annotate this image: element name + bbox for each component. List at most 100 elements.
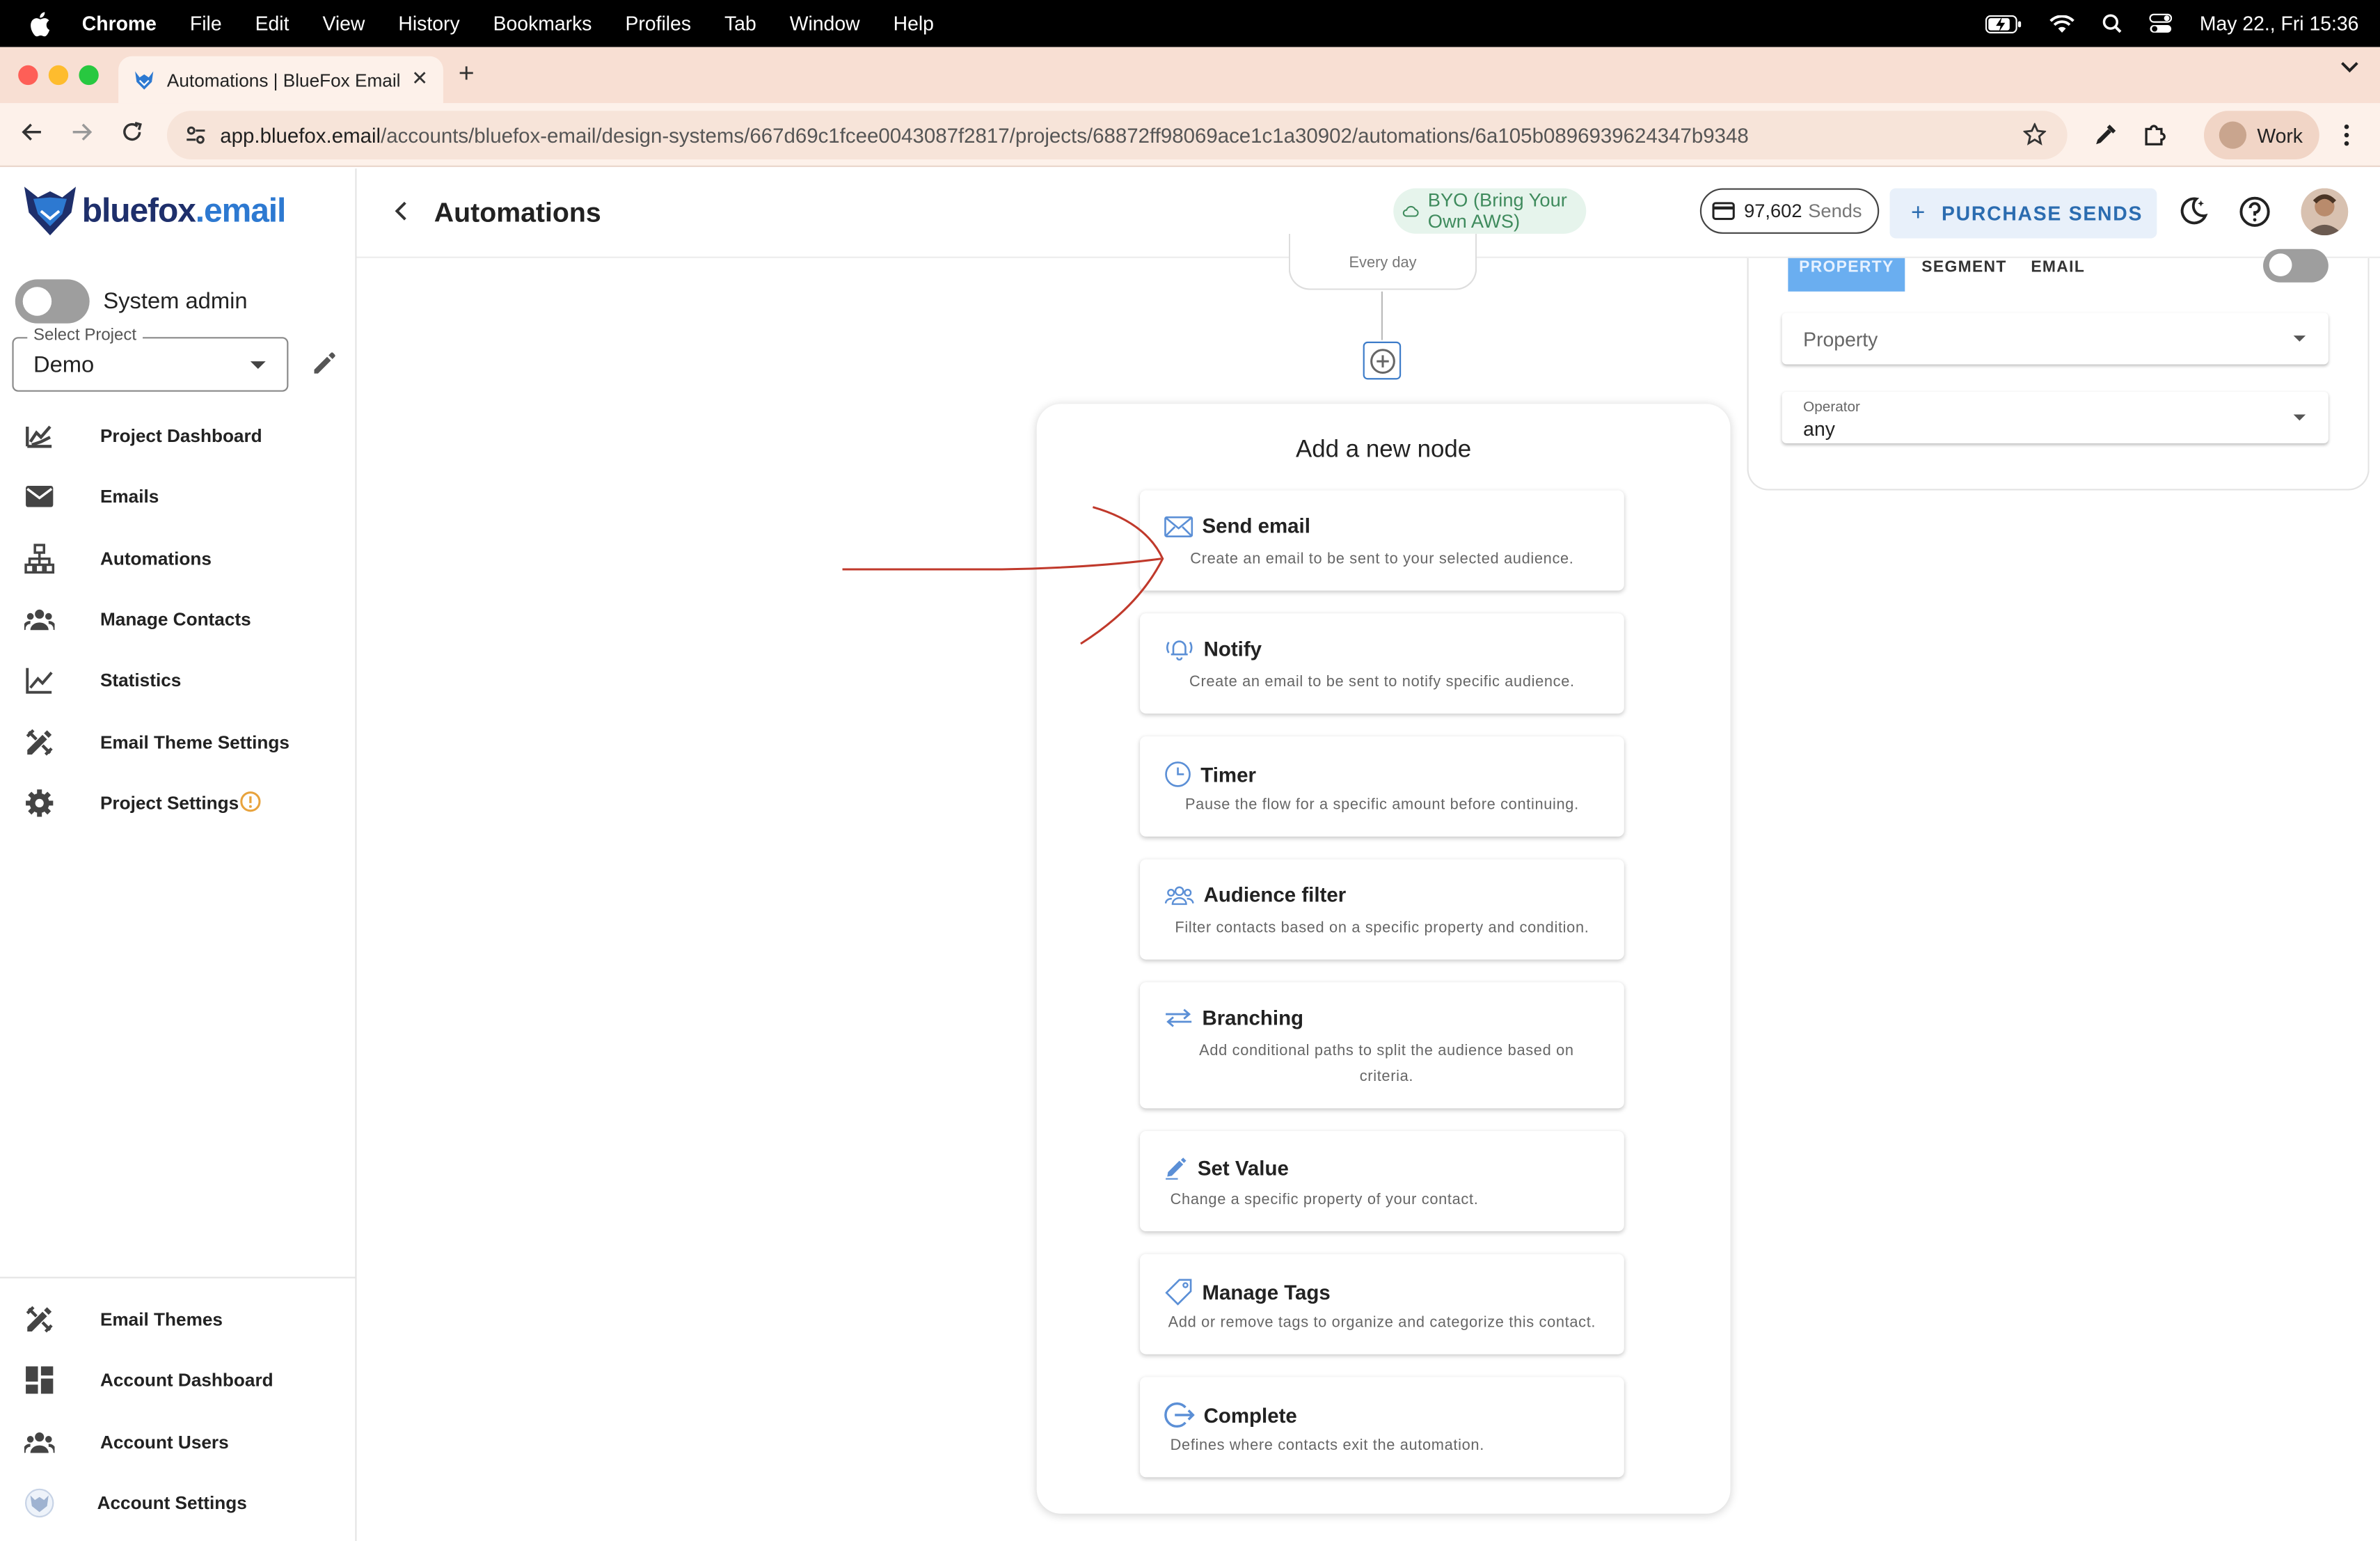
node-option-audience-filter[interactable]: Audience filter Filter contacts based on… [1140,859,1624,960]
reload-icon[interactable] [121,122,143,143]
profile-chip[interactable]: Work [2203,111,2319,160]
node-name: Audience filter [1203,883,1347,907]
menu-bookmarks[interactable]: Bookmarks [493,12,592,35]
byo-status-chip[interactable]: BYO (Bring Your Own AWS) [1393,188,1587,234]
window-zoom-button[interactable] [79,65,99,86]
tab-segment[interactable]: SEGMENT [1921,258,2006,292]
sidebar-item-account-dashboard[interactable]: Account Dashboard [0,1351,355,1406]
dark-mode-moon-icon[interactable] [2178,196,2209,226]
search-icon[interactable] [2102,14,2122,33]
tab-search-chevron-icon[interactable] [2340,61,2358,73]
sidebar-item-label: Statistics [100,669,182,691]
node-option-timer[interactable]: Timer Pause the flow for a specific amou… [1140,736,1624,837]
menu-app-name[interactable]: Chrome [82,12,157,35]
eyedropper-extension-icon[interactable] [2093,123,2118,148]
extensions-puzzle-icon[interactable] [2142,122,2168,148]
wifi-icon[interactable] [2049,14,2075,33]
design-tools-icon [26,1306,53,1333]
menu-profiles[interactable]: Profiles [625,12,691,35]
swap-arrows-icon [1166,1009,1192,1027]
window-close-button[interactable] [18,65,38,86]
purchase-sends-button[interactable]: + PURCHASE SENDS [1889,188,2157,239]
grid-icon [26,1366,54,1394]
sidebar: bluefox.email System admin Select Projec… [0,168,357,1541]
annotation-arrow [842,506,1164,645]
sends-balance-chip[interactable]: 97,602 Sends [1699,188,1880,234]
add-node-button[interactable] [1363,341,1402,380]
node-name: Notify [1203,638,1262,661]
project-select[interactable]: Select Project Demo [12,326,289,392]
address-bar[interactable]: app.bluefox.email/accounts/bluefox-email… [166,111,2068,160]
edit-project-pencil-icon[interactable] [311,349,338,377]
url-host: app.bluefox.email [220,123,381,147]
user-avatar[interactable] [2301,188,2349,236]
forward-arrow-icon[interactable] [72,122,93,143]
sidebar-item-emails[interactable]: Emails [0,468,355,523]
byo-label: BYO (Bring Your Own AWS) [1427,189,1567,232]
sidebar-item-label: Emails [100,486,159,507]
sitemap-icon [24,544,55,574]
bookmark-star-icon[interactable] [2023,123,2047,146]
apple-logo-icon[interactable] [27,11,51,36]
sidebar-item-label: Manage Contacts [100,608,251,631]
menu-file[interactable]: File [190,12,222,35]
sidebar-item-label: Account Dashboard [100,1369,273,1391]
sidebar-item-automations[interactable]: Automations [0,530,355,585]
help-icon[interactable] [2239,196,2271,228]
node-option-send-email[interactable]: Send email Create an email to be sent to… [1140,490,1624,591]
browser-tab-active[interactable]: Automations | BlueFox Email ✕ [118,56,443,104]
filter-toggle[interactable] [2263,248,2329,283]
node-option-manage-tags[interactable]: Manage Tags Add or remove tags to organi… [1140,1254,1624,1354]
menu-tab[interactable]: Tab [724,12,756,35]
user-photo [2301,188,2349,236]
sidebar-item-label: Email Theme Settings [100,732,289,753]
menu-edit[interactable]: Edit [255,12,289,35]
sidebar-item-email-themes[interactable]: Email Themes [0,1290,355,1345]
menubar-clock[interactable]: May 22., Fri 15:36 [2200,12,2359,35]
menu-window[interactable]: Window [790,12,860,35]
sidebar-item-manage-contacts[interactable]: Manage Contacts [0,591,355,646]
node-option-notify[interactable]: Notify Create an email to be sent to not… [1140,613,1624,714]
battery-charging-icon[interactable] [1985,14,2022,33]
audience-icon [1164,886,1194,906]
menu-view[interactable]: View [322,12,365,35]
back-chevron-icon[interactable] [393,200,408,222]
bluefox-logo[interactable]: bluefox.email [22,184,286,239]
sidebar-item-account-settings[interactable]: Account Settings [0,1474,355,1529]
operator-select[interactable]: Operator any [1782,391,2329,443]
sends-count: 97,602 [1744,200,1802,222]
sidebar-item-project-settings[interactable]: Project Settings [0,774,355,829]
property-select[interactable]: Property [1782,313,2329,365]
tab-title: Automations | BlueFox Email [166,69,401,90]
browser-menu-kebab-icon[interactable] [2342,123,2351,148]
tab-email[interactable]: EMAIL [2031,258,2085,292]
site-info-icon[interactable] [185,126,207,144]
sidebar-divider [0,1277,356,1279]
dropdown-caret-icon [250,361,266,370]
window-minimize-button[interactable] [48,65,69,86]
sidebar-item-email-theme-settings[interactable]: Email Theme Settings [0,713,355,768]
macos-menubar: Chrome File Edit View History Bookmarks … [0,0,2380,47]
tab-close-icon[interactable]: ✕ [411,67,428,91]
node-description: Filter contacts based on a specific prop… [1175,919,1589,937]
profile-avatar [2219,121,2247,149]
menu-history[interactable]: History [398,12,459,35]
credit-card-icon [1712,202,1735,221]
control-center-icon[interactable] [2149,13,2173,33]
trigger-node[interactable]: Every day [1288,233,1477,290]
tab-property[interactable]: PROPERTY [1788,258,1905,292]
menu-help[interactable]: Help [894,12,934,35]
system-admin-toggle[interactable] [15,279,90,324]
node-option-branching[interactable]: Branching Add conditional paths to split… [1140,982,1624,1109]
new-tab-button[interactable]: + [459,58,475,90]
automation-canvas[interactable]: Every day Add a new node Send email Crea… [356,233,1746,1541]
sidebar-item-label: Project Dashboard [100,425,262,447]
node-name: Complete [1203,1403,1297,1427]
people-icon [24,1432,55,1453]
node-option-set-value[interactable]: Set Value Change a specific property of … [1140,1131,1624,1232]
back-arrow-icon[interactable] [22,122,43,143]
node-option-complete[interactable]: Complete Defines where contacts exit the… [1140,1377,1624,1478]
sidebar-item-project-dashboard[interactable]: Project Dashboard [0,407,355,462]
sidebar-item-statistics[interactable]: Statistics [0,651,355,706]
sidebar-item-account-users[interactable]: Account Users [0,1414,355,1469]
